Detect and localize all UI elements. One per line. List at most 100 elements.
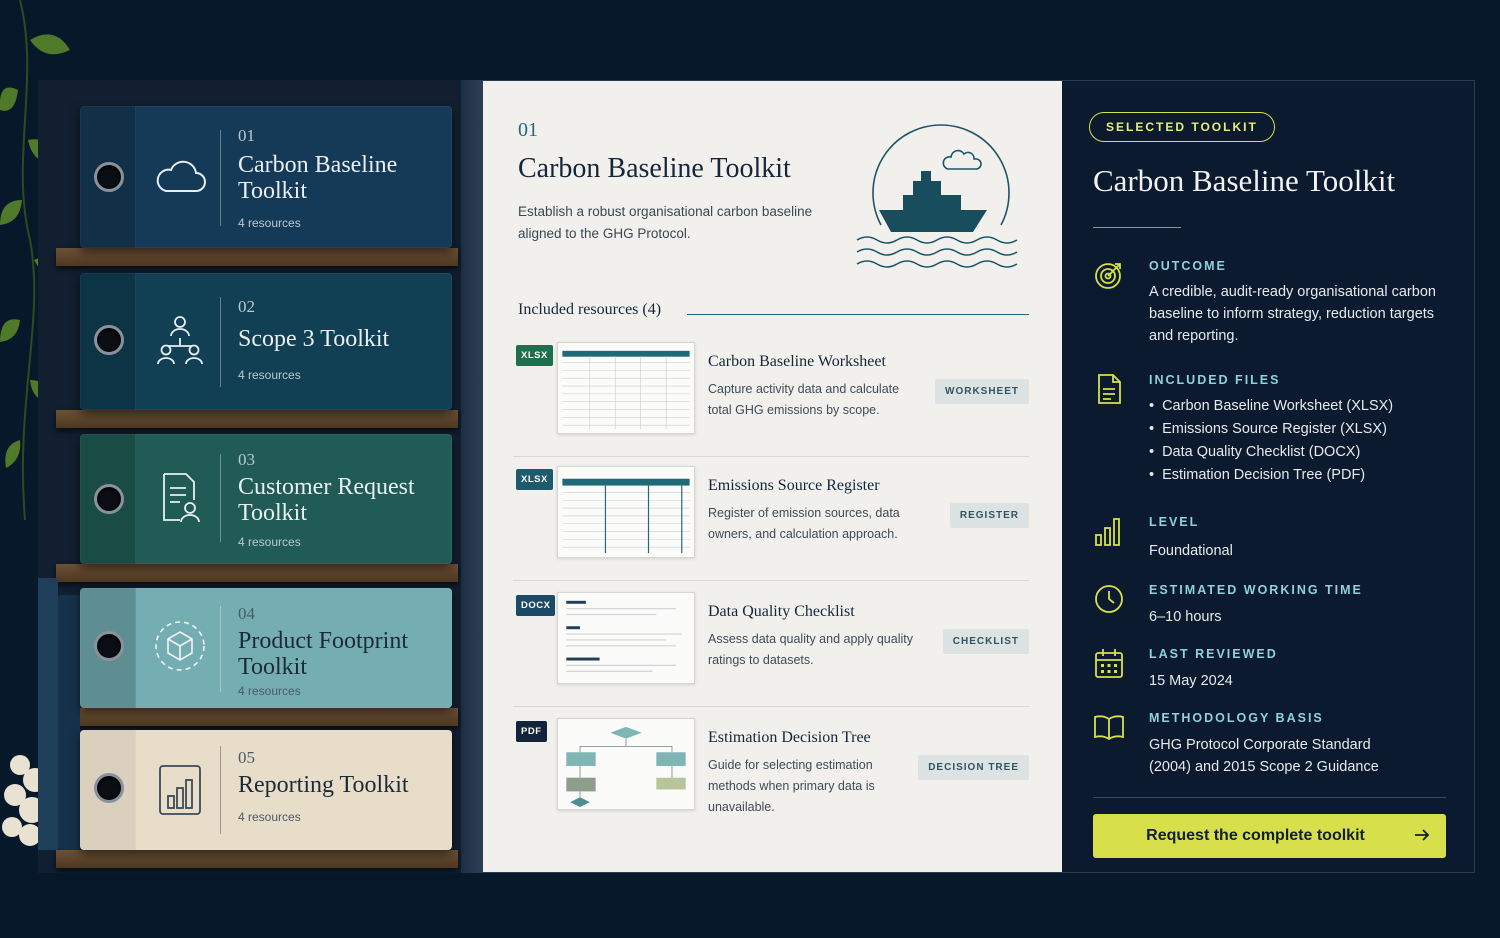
resource-type-badge: CHECKLIST xyxy=(942,629,1029,654)
binder-carbon-baseline[interactable]: 01 Carbon Baseline Toolkit 4 resources xyxy=(80,106,452,248)
shelf-board xyxy=(56,708,458,726)
document-icon xyxy=(1098,374,1121,404)
working-time-label: ESTIMATED WORKING TIME xyxy=(1149,583,1363,597)
level-value: Foundational xyxy=(1149,543,1233,559)
binder-number: 02 xyxy=(238,297,255,316)
binder-ring-hole xyxy=(94,325,124,355)
file-item: Emissions Source Register (XLSX) xyxy=(1149,418,1393,441)
clock-icon xyxy=(1095,585,1123,613)
document-thumbnail xyxy=(557,592,695,684)
title-rule xyxy=(1093,227,1181,228)
toolkit-title: Carbon Baseline Toolkit xyxy=(518,153,791,184)
file-item: Estimation Decision Tree (PDF) xyxy=(1149,464,1393,487)
flowchart-thumbnail xyxy=(557,718,695,810)
binder-resource-count: 4 resources xyxy=(238,368,301,382)
binder-resource-count: 4 resources xyxy=(238,684,301,698)
cloud-icon xyxy=(156,160,206,192)
resource-title: Data Quality Checklist xyxy=(708,603,855,620)
resource-type-badge: WORKSHEET xyxy=(935,379,1029,404)
level-label: LEVEL xyxy=(1149,515,1200,529)
binder-reporting[interactable]: 05 Reporting Toolkit 4 resources xyxy=(80,730,452,850)
binder-ring-hole xyxy=(94,484,124,514)
binder-title: Scope 3 Toolkit xyxy=(238,326,390,352)
binder-title: Carbon Baseline Toolkit xyxy=(238,152,398,204)
resource-title: Estimation Decision Tree xyxy=(708,729,871,746)
files-list: Carbon Baseline Worksheet (XLSX) Emissio… xyxy=(1149,395,1393,487)
binder-number: 04 xyxy=(238,604,255,623)
arrow-right-icon xyxy=(1415,829,1430,841)
binder-divider xyxy=(220,454,221,542)
binder-divider xyxy=(220,130,221,226)
resource-data-quality-checklist[interactable]: DOCX Data Quality Checklist Assess data … xyxy=(513,592,1029,707)
toolkit-number: 01 xyxy=(518,119,538,141)
background-binder-spine xyxy=(38,578,58,850)
included-resources-heading: Included resources (4) xyxy=(518,301,662,318)
file-item: Data Quality Checklist (DOCX) xyxy=(1149,441,1393,464)
format-tag: PDF xyxy=(516,721,547,742)
working-time-value: 6–10 hours xyxy=(1149,609,1222,625)
shelf-board xyxy=(56,850,458,868)
row-divider xyxy=(513,456,1029,457)
shelf-divider xyxy=(461,80,483,873)
resource-description: Capture activity data and calculate tota… xyxy=(708,382,900,417)
shelf-board xyxy=(56,248,458,266)
target-icon xyxy=(1095,263,1121,289)
document-user-icon xyxy=(163,473,200,523)
binder-resource-count: 4 resources xyxy=(238,810,301,824)
binder-number: 03 xyxy=(238,450,255,469)
binder-ring-hole xyxy=(94,773,124,803)
resource-estimation-decision-tree[interactable]: PDF Estimation Decision Tree Guide for s… xyxy=(513,718,1029,825)
last-reviewed-label: LAST REVIEWED xyxy=(1149,647,1278,661)
binder-scope-3[interactable]: 02 Scope 3 Toolkit 4 resources xyxy=(80,273,452,410)
spreadsheet-thumbnail xyxy=(557,466,695,558)
format-tag: XLSX xyxy=(516,345,553,366)
selected-toolkit-pill: SELECTED TOOLKIT xyxy=(1089,112,1275,142)
outcome-label: OUTCOME xyxy=(1149,259,1227,273)
resource-type-badge: REGISTER xyxy=(949,503,1029,528)
binder-ring-hole xyxy=(94,162,124,192)
request-toolkit-label: Request the complete toolkit xyxy=(1146,827,1365,844)
binder-title: Reporting Toolkit xyxy=(238,772,409,798)
heading-rule xyxy=(687,314,1029,315)
resource-type-badge: DECISION TREE xyxy=(918,755,1029,780)
last-reviewed-value: 15 May 2024 xyxy=(1149,673,1233,689)
cube-cycle-icon xyxy=(155,621,205,671)
methodology-label: METHODOLOGY BASIS xyxy=(1149,711,1324,725)
binder-number: 05 xyxy=(238,748,255,767)
selected-toolkit-title: Carbon Baseline Toolkit xyxy=(1093,163,1396,198)
binder-resource-count: 4 resources xyxy=(238,216,301,230)
files-label: INCLUDED FILES xyxy=(1149,373,1281,387)
toolkit-detail-panel: 01 Carbon Baseline Toolkit Establish a r… xyxy=(483,81,1062,872)
binder-number: 01 xyxy=(238,126,255,145)
resource-title: Emissions Source Register xyxy=(708,477,880,494)
ship-illustration xyxy=(856,124,1018,268)
toolkit-description: Establish a robust organisational carbon… xyxy=(518,204,813,241)
binder-title: Product Footprint Toolkit xyxy=(238,628,409,680)
background-binder-spine xyxy=(58,595,80,850)
resource-emissions-source-register[interactable]: XLSX Emissions Source Register Register … xyxy=(513,466,1029,581)
resource-description: Guide for selecting estimation methods w… xyxy=(708,758,875,814)
row-divider xyxy=(513,580,1029,581)
calendar-icon xyxy=(1095,649,1123,678)
format-tag: XLSX xyxy=(516,469,553,490)
binder-product-footprint[interactable]: 04 Product Footprint Toolkit 4 resources xyxy=(80,588,452,708)
resource-title: Carbon Baseline Worksheet xyxy=(708,353,886,370)
file-item: Carbon Baseline Worksheet (XLSX) xyxy=(1149,395,1393,418)
binder-ring-hole xyxy=(94,631,124,661)
cta-divider xyxy=(1093,797,1446,798)
binder-title: Customer Request Toolkit xyxy=(238,474,415,526)
request-toolkit-button[interactable]: Request the complete toolkit xyxy=(1093,814,1446,858)
resource-description: Assess data quality and apply quality ra… xyxy=(708,632,913,667)
methodology-value: GHG Protocol Corporate Standard (2004) a… xyxy=(1149,737,1379,775)
bar-chart-icon xyxy=(1095,518,1120,546)
binder-resource-count: 4 resources xyxy=(238,535,301,549)
open-book-icon xyxy=(1094,715,1124,741)
spreadsheet-thumbnail xyxy=(557,342,695,434)
bar-chart-report-icon xyxy=(159,765,201,815)
resource-description: Register of emission sources, data owner… xyxy=(708,506,900,541)
format-tag: DOCX xyxy=(516,595,556,616)
binder-customer-request[interactable]: 03 Customer Request Toolkit 4 resources xyxy=(80,434,452,564)
row-divider xyxy=(513,706,1029,707)
resource-carbon-baseline-worksheet[interactable]: XLSX Carbon Baseline Worksheet Capture a… xyxy=(513,342,1029,457)
outcome-text: A credible, audit-ready organisational c… xyxy=(1149,284,1436,344)
